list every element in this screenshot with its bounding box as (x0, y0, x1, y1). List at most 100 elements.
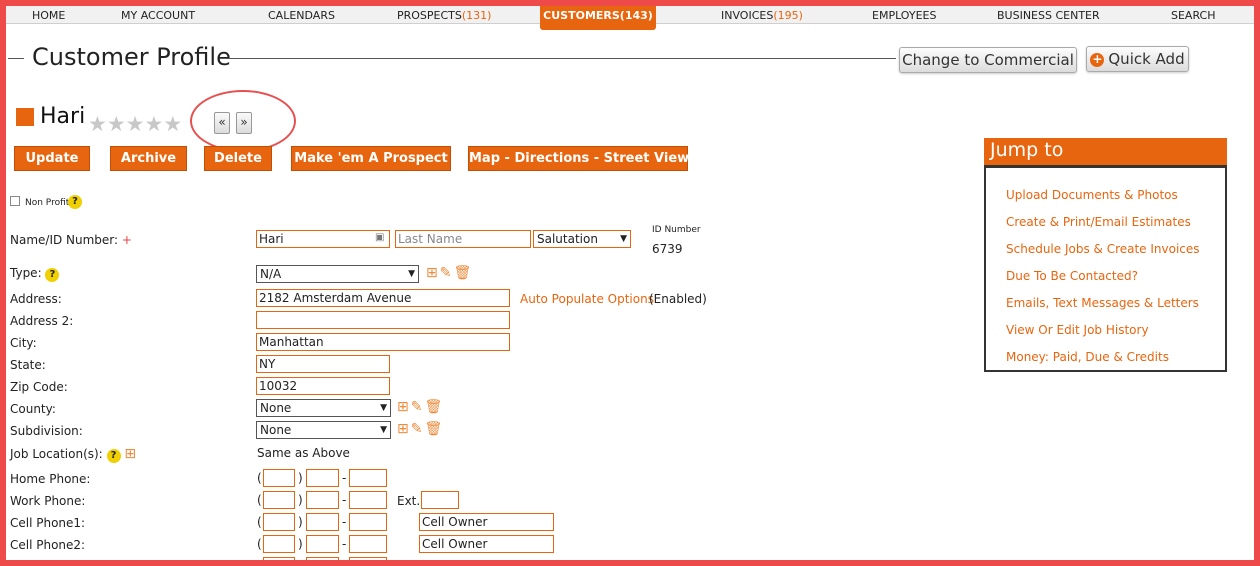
rating-stars[interactable]: ★★★★★ (88, 112, 182, 136)
home-phone-line[interactable] (349, 469, 387, 487)
map-directions-button[interactable]: Map - Directions - Street View (468, 146, 689, 171)
nav-search[interactable]: SEARCH (1171, 9, 1216, 22)
jump-link-upload[interactable]: Upload Documents & Photos (1006, 188, 1178, 202)
add-name-icon[interactable]: + (122, 233, 132, 247)
quick-add-button[interactable]: + Quick Add (1086, 46, 1189, 72)
trash-icon[interactable]: 🗑 (453, 265, 473, 281)
jump-link-schedule[interactable]: Schedule Jobs & Create Invoices (1006, 242, 1200, 256)
edit-icon[interactable]: ✎ (411, 421, 425, 437)
salutation-select[interactable]: Salutation ▼ (533, 230, 631, 248)
cell2-label: Cell Phone2: (10, 538, 86, 552)
auto-populate-link[interactable]: Auto Populate Options (520, 292, 654, 306)
help-icon[interactable]: ? (45, 268, 60, 282)
contact-card-icon[interactable]: ▣ (375, 232, 384, 243)
edit-icon[interactable]: ✎ (440, 265, 454, 281)
subdivision-label: Subdivision: (10, 424, 83, 438)
add-icon[interactable]: ⊞ (397, 421, 411, 437)
cell2-line[interactable] (349, 535, 387, 553)
last-name-input[interactable]: Last Name (395, 230, 531, 248)
nav-prospects[interactable]: PROSPECTS(131) (397, 9, 491, 22)
next-row-area[interactable] (263, 557, 295, 560)
jump-link-emails[interactable]: Emails, Text Messages & Letters (1006, 296, 1199, 310)
nav-search-label: SEARCH (1171, 9, 1216, 22)
auto-populate-status: (Enabled) (649, 292, 707, 306)
address2-input[interactable] (256, 311, 510, 329)
zip-label: Zip Code: (10, 380, 68, 394)
first-name-input[interactable]: Hari (256, 230, 390, 248)
city-input[interactable]: Manhattan (256, 333, 510, 351)
jump-link-history[interactable]: View Or Edit Job History (1006, 323, 1149, 337)
home-phone-area[interactable] (263, 469, 295, 487)
nav-customers[interactable]: CUSTOMERS(143) (540, 6, 656, 30)
add-icon[interactable]: ⊞ (426, 265, 440, 281)
update-button[interactable]: Update (14, 146, 90, 171)
subdivision-select[interactable]: None ▼ (256, 421, 391, 439)
cell1-area[interactable] (263, 513, 295, 531)
subdivision-actions: ⊞✎🗑 (397, 421, 444, 437)
cell2-area[interactable] (263, 535, 295, 553)
county-select[interactable]: None ▼ (256, 399, 391, 417)
job-location-label: Job Location(s): ? ⊞ (10, 446, 136, 463)
work-phone-line[interactable] (349, 491, 387, 509)
nav-home-label: HOME (32, 9, 66, 22)
customer-color-tag (16, 108, 34, 126)
next-row-prefix[interactable] (306, 557, 339, 560)
job-location-label-text: Job Location(s): (10, 447, 103, 461)
jump-link-due[interactable]: Due To Be Contacted? (1006, 269, 1138, 283)
work-phone-area[interactable] (263, 491, 295, 509)
trash-icon[interactable]: 🗑 (424, 421, 444, 437)
title-divider-right (226, 58, 896, 59)
city-label: City: (10, 336, 37, 350)
next-row-line[interactable] (349, 557, 387, 560)
help-icon[interactable]: ? (68, 195, 82, 209)
dash: - (342, 515, 347, 529)
dash: - (342, 493, 347, 507)
cell1-owner-input[interactable]: Cell Owner (419, 513, 554, 531)
cell1-line[interactable] (349, 513, 387, 531)
home-phone-prefix[interactable] (306, 469, 339, 487)
nav-invoices[interactable]: INVOICES(195) (721, 9, 803, 22)
delete-button[interactable]: Delete (204, 146, 272, 171)
add-icon[interactable]: ⊞ (397, 399, 411, 415)
jump-link-estimates[interactable]: Create & Print/Email Estimates (1006, 215, 1191, 229)
edit-icon[interactable]: ✎ (411, 399, 425, 415)
paren-close: ) (298, 515, 303, 529)
nav-employees-label: EMPLOYEES (872, 9, 937, 22)
nav-business-center[interactable]: BUSINESS CENTER (997, 9, 1100, 22)
zip-input[interactable]: 10032 (256, 377, 390, 395)
work-phone-prefix[interactable] (306, 491, 339, 509)
make-prospect-button[interactable]: Make 'em A Prospect (291, 146, 451, 171)
star-icon[interactable]: ★ (163, 112, 182, 136)
non-profit-checkbox[interactable] (10, 196, 20, 206)
type-label: Type: ? (10, 266, 60, 282)
highlight-annotation (190, 90, 296, 152)
paren-close: ) (298, 471, 303, 485)
jump-to-panel: Upload Documents & Photos Create & Print… (984, 165, 1227, 372)
cell2-owner-input[interactable]: Cell Owner (419, 535, 554, 553)
cell1-prefix[interactable] (306, 513, 339, 531)
non-profit-label: Non Profit (25, 198, 70, 208)
star-icon[interactable]: ★ (88, 112, 107, 136)
nav-home[interactable]: HOME (32, 9, 65, 22)
address-input[interactable]: 2182 Amsterdam Avenue (256, 289, 510, 307)
nav-employees[interactable]: EMPLOYEES (872, 9, 936, 22)
cell2-prefix[interactable] (306, 535, 339, 553)
top-nav: HOME MY ACCOUNT CALENDARS PROSPECTS(131)… (6, 6, 1254, 30)
work-phone-ext[interactable] (421, 491, 459, 509)
state-input[interactable]: NY (256, 355, 390, 373)
dropdown-arrow-icon: ▼ (380, 425, 387, 435)
star-icon[interactable]: ★ (144, 112, 163, 136)
change-to-commercial-button[interactable]: Change to Commercial (899, 47, 1077, 73)
star-icon[interactable]: ★ (107, 112, 126, 136)
nav-calendars[interactable]: CALENDARS (268, 9, 335, 22)
star-icon[interactable]: ★ (126, 112, 145, 136)
cell1-label: Cell Phone1: (10, 516, 86, 530)
nav-calendars-label: CALENDARS (268, 9, 335, 22)
help-icon[interactable]: ? (106, 449, 121, 463)
nav-my-account[interactable]: MY ACCOUNT (121, 9, 195, 22)
type-select[interactable]: N/A ▼ (256, 265, 419, 283)
jump-link-money[interactable]: Money: Paid, Due & Credits (1006, 350, 1169, 364)
trash-icon[interactable]: 🗑 (424, 399, 444, 415)
add-icon[interactable]: ⊞ (124, 446, 136, 462)
archive-button[interactable]: Archive (110, 146, 187, 171)
